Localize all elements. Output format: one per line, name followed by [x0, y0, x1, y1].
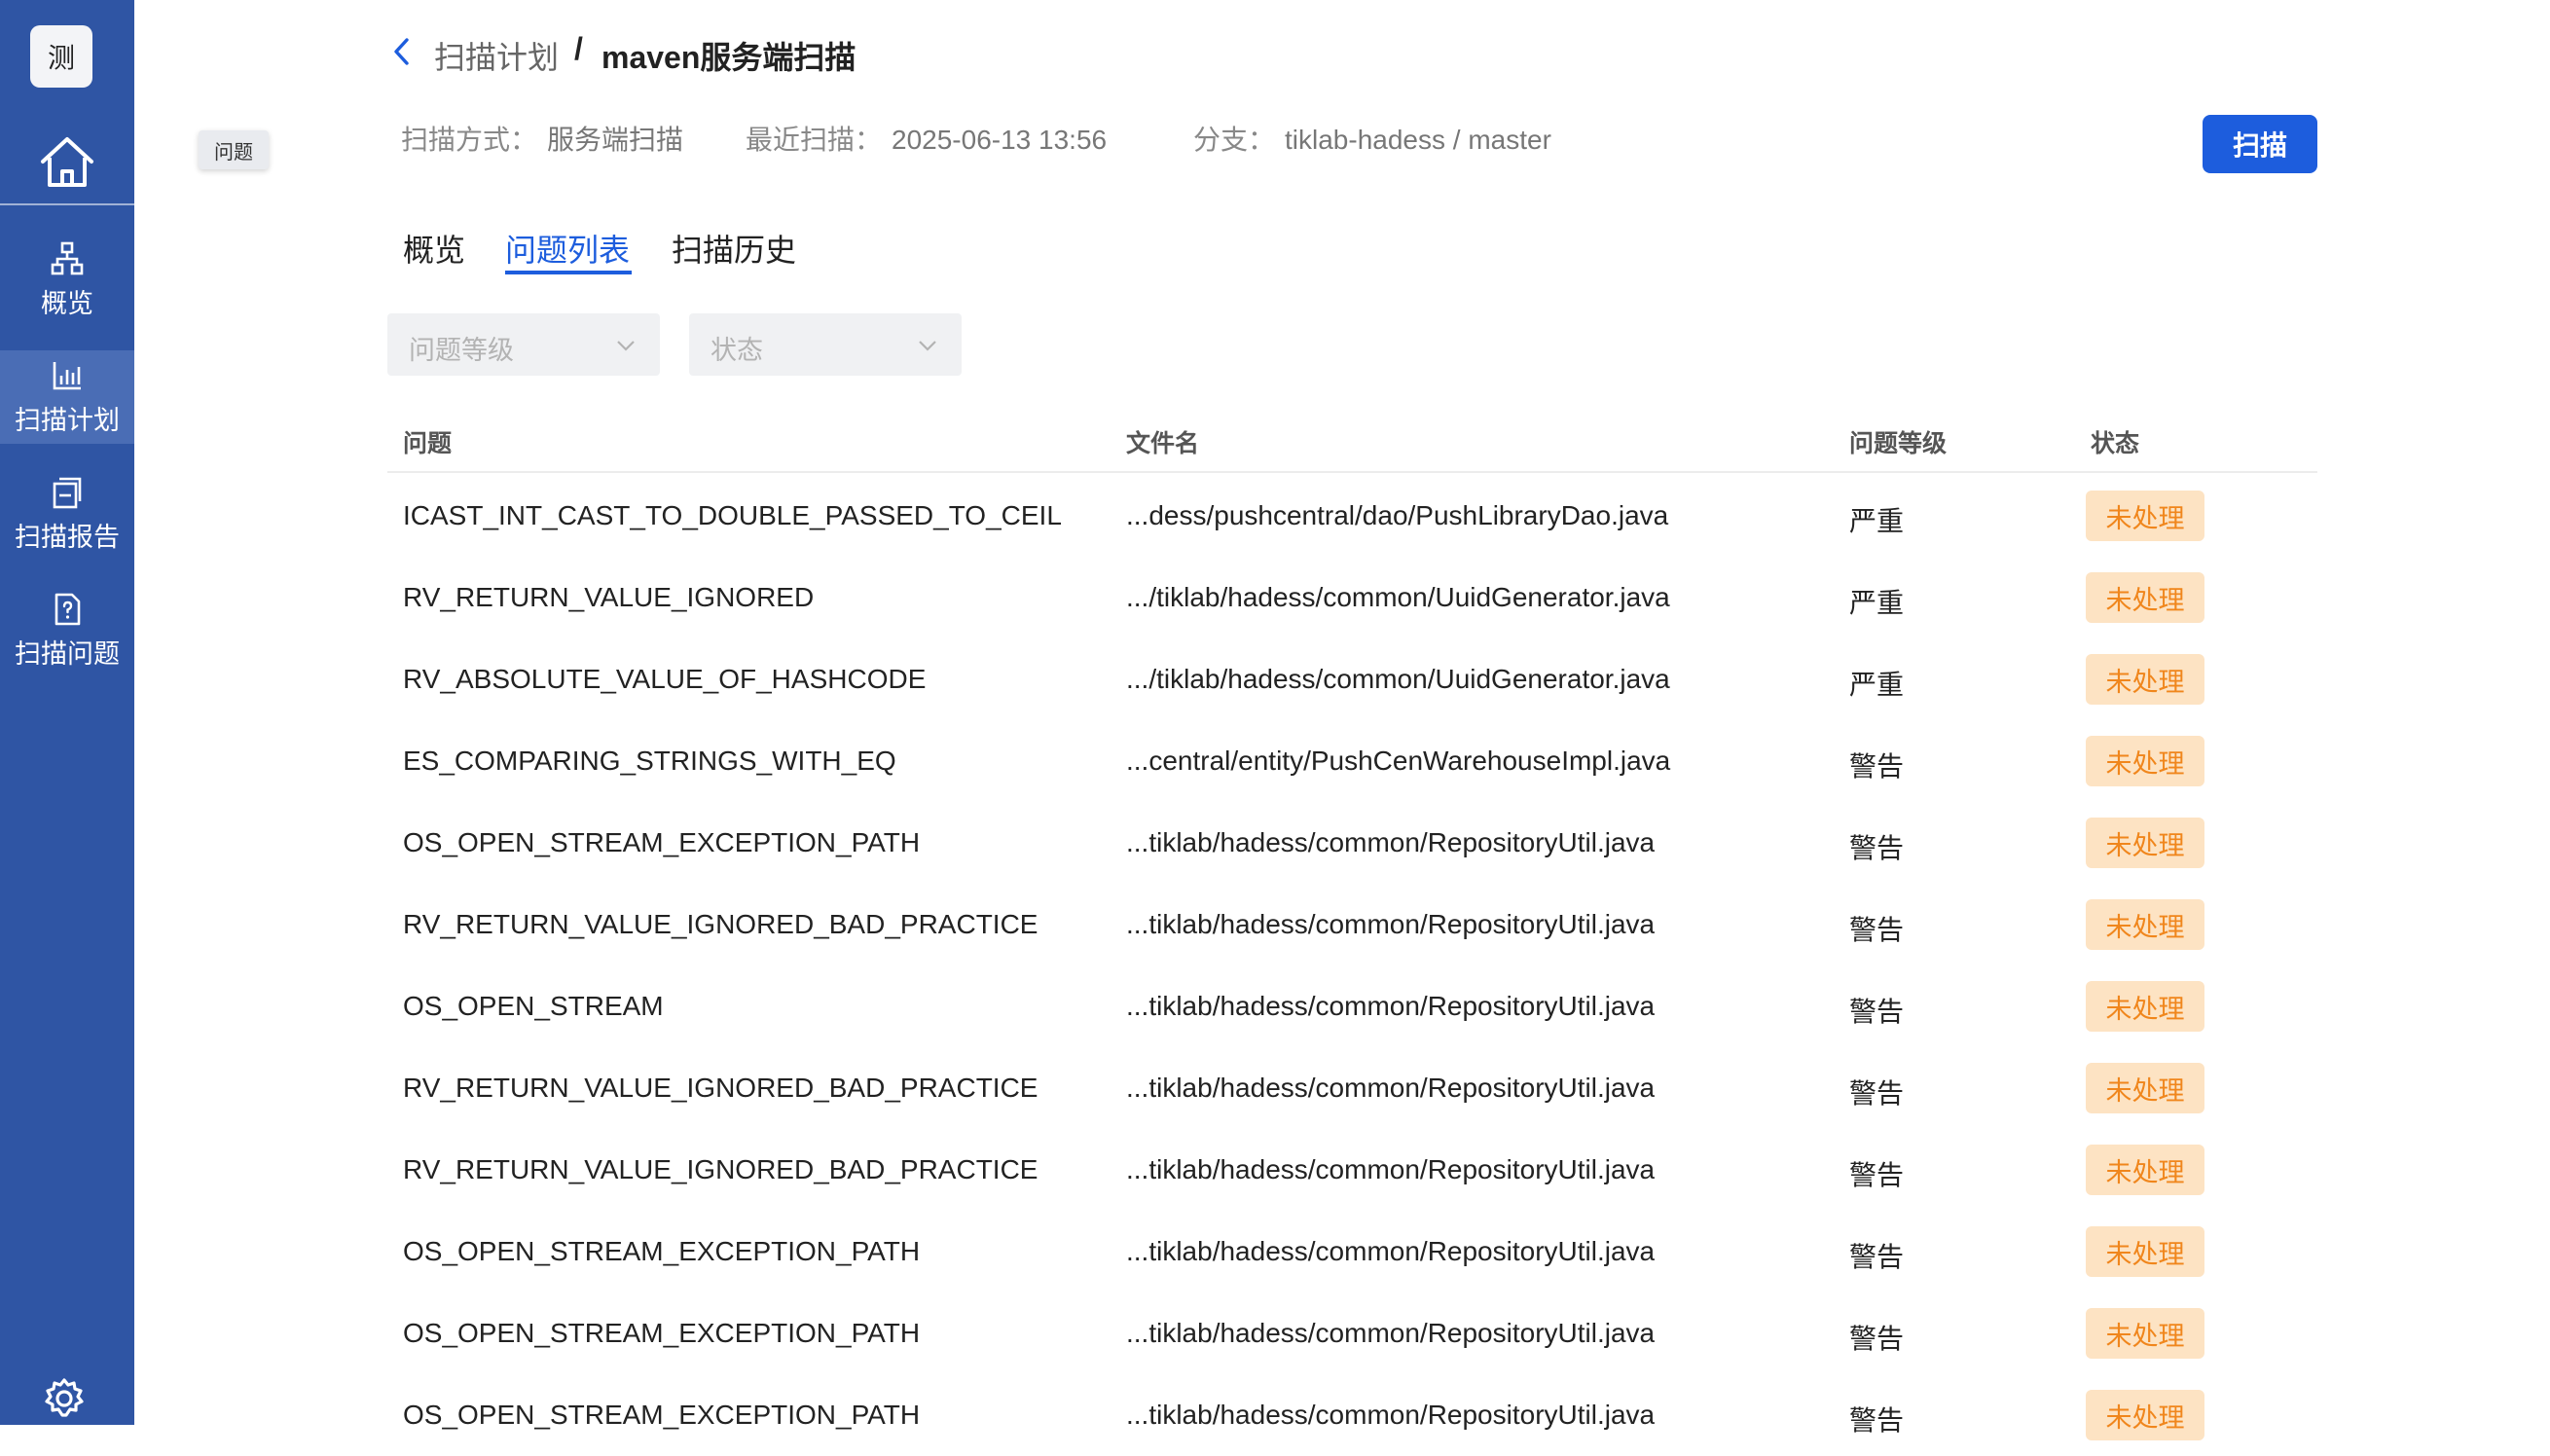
cell-level: 警告	[1849, 751, 1905, 782]
cell-level: 警告	[1849, 833, 1905, 863]
cell-file: ...tiklab/hadess/common/RepositoryUtil.j…	[1126, 991, 1656, 1021]
scan-button[interactable]: 扫描	[2203, 115, 2317, 173]
cell-issue: OS_OPEN_STREAM_EXCEPTION_PATH	[403, 1400, 921, 1430]
table-row[interactable]: RV_RETURN_VALUE_IGNORED_BAD_PRACTICE ...t…	[0, 1047, 2550, 1129]
bar-chart-icon	[53, 361, 81, 389]
cell-file: ...central/entity/PushCenWarehouseImpl.j…	[1126, 746, 1671, 776]
status-select[interactable]: 状态	[689, 313, 962, 376]
cell-file: ...tiklab/hadess/common/RepositoryUtil.j…	[1126, 1400, 1656, 1430]
column-header-status[interactable]: 状态	[2091, 424, 2139, 459]
status-badge: 未处理	[2086, 1063, 2204, 1113]
table-header-divider	[387, 471, 2317, 473]
sidebar-item-scan-plan[interactable]: 扫描计划	[0, 350, 134, 444]
status-badge: 未处理	[2086, 1145, 2204, 1195]
cell-file: ...tiklab/hadess/common/RepositoryUtil.j…	[1126, 1073, 1656, 1103]
cell-level: 警告	[1849, 1078, 1905, 1109]
issue-level-select[interactable]: 问题等级	[387, 313, 660, 376]
issue-level-placeholder: 问题等级	[409, 336, 514, 365]
last-scan-value: 2025-06-13 13:56	[892, 125, 1108, 155]
cell-issue: RV_RETURN_VALUE_IGNORED_BAD_PRACTICE	[403, 1073, 1038, 1103]
cell-level: 严重	[1849, 588, 1905, 618]
table-row[interactable]: RV_RETURN_VALUE_IGNORED_BAD_PRACTICE ...t…	[0, 1129, 2550, 1211]
status-badge: 未处理	[2086, 981, 2204, 1032]
breadcrumb-separator: /	[574, 31, 583, 66]
status-badge: 未处理	[2086, 1226, 2204, 1277]
cell-level: 警告	[1849, 915, 1905, 945]
cell-issue: OS_OPEN_STREAM	[403, 991, 664, 1021]
cell-file: ...dess/pushcentral/dao/PushLibraryDao.j…	[1126, 500, 1669, 530]
table-row[interactable]: OS_OPEN_STREAM_EXCEPTION_PATH ...tiklab/h…	[0, 1374, 2550, 1456]
tooltip: 问题	[199, 130, 269, 169]
status-badge: 未处理	[2086, 736, 2204, 786]
cell-issue: RV_ABSOLUTE_VALUE_OF_HASHCODE	[403, 664, 927, 694]
column-header-issue[interactable]: 问题	[403, 424, 452, 459]
back-chevron-icon[interactable]	[389, 35, 415, 68]
branch-info: 分支： tiklab-hadess / master	[1193, 119, 1551, 158]
cell-level: 警告	[1849, 1405, 1905, 1436]
cell-level: 严重	[1849, 506, 1905, 536]
status-badge: 未处理	[2086, 491, 2204, 541]
branch-label: 分支：	[1193, 125, 1276, 155]
status-badge: 未处理	[2086, 818, 2204, 868]
sidebar-item-label: 扫描计划	[15, 405, 120, 435]
cell-file: ...tiklab/hadess/common/RepositoryUtil.j…	[1126, 1154, 1656, 1184]
tab-issue-list[interactable]: 问题列表	[505, 226, 630, 271]
cell-level: 严重	[1849, 670, 1905, 700]
cell-issue: OS_OPEN_STREAM_EXCEPTION_PATH	[403, 1236, 921, 1266]
scan-mode-label: 扫描方式：	[401, 125, 538, 155]
sitemap-icon	[51, 241, 84, 274]
column-header-level[interactable]: 问题等级	[1849, 424, 1947, 459]
status-badge: 未处理	[2086, 1308, 2204, 1359]
table-row[interactable]: RV_ABSOLUTE_VALUE_OF_HASHCODE .../tiklab/…	[0, 638, 2550, 720]
cell-file: .../tiklab/hadess/common/UuidGenerator.j…	[1126, 582, 1670, 612]
status-badge: 未处理	[2086, 899, 2204, 950]
last-scan-info: 最近扫描： 2025-06-13 13:56	[746, 119, 1107, 158]
cell-issue: RV_RETURN_VALUE_IGNORED_BAD_PRACTICE	[403, 909, 1038, 939]
cell-issue: RV_RETURN_VALUE_IGNORED_BAD_PRACTICE	[403, 1154, 1038, 1184]
cell-issue: ES_COMPARING_STRINGS_WITH_EQ	[403, 746, 896, 776]
scan-mode-info: 扫描方式： 服务端扫描	[401, 119, 683, 158]
chevron-down-icon	[919, 341, 936, 351]
table-row[interactable]: OS_OPEN_STREAM_EXCEPTION_PATH ...tiklab/h…	[0, 802, 2550, 884]
app-logo[interactable]: 测	[30, 25, 92, 88]
cell-level: 警告	[1849, 1324, 1905, 1354]
cell-issue: OS_OPEN_STREAM_EXCEPTION_PATH	[403, 827, 921, 857]
status-placeholder: 状态	[710, 336, 763, 365]
cell-file: ...tiklab/hadess/common/RepositoryUtil.j…	[1126, 827, 1656, 857]
active-tab-indicator	[505, 271, 632, 274]
scan-mode-value: 服务端扫描	[547, 125, 684, 155]
page-title: maven服务端扫描	[601, 40, 856, 75]
home-icon[interactable]	[35, 132, 99, 191]
table-row[interactable]: OS_OPEN_STREAM ...tiklab/hadess/common/Re…	[0, 965, 2550, 1047]
cell-issue: RV_RETURN_VALUE_IGNORED	[403, 582, 815, 612]
cell-level: 警告	[1849, 1242, 1905, 1272]
table-row[interactable]: ICAST_INT_CAST_TO_DOUBLE_PASSED_TO_CEIL.…	[0, 475, 2550, 557]
breadcrumb-parent[interactable]: 扫描计划	[434, 33, 559, 78]
branch-value: tiklab-hadess / master	[1285, 125, 1551, 155]
table-row[interactable]: OS_OPEN_STREAM_EXCEPTION_PATH ...tiklab/h…	[0, 1292, 2550, 1374]
cell-file: ...tiklab/hadess/common/RepositoryUtil.j…	[1126, 1318, 1656, 1348]
status-badge: 未处理	[2086, 1390, 2204, 1440]
last-scan-label: 最近扫描：	[746, 125, 883, 155]
status-badge: 未处理	[2086, 572, 2204, 623]
sidebar-item-overview[interactable]: 概览	[0, 234, 134, 327]
table-row[interactable]: RV_RETURN_VALUE_IGNORED .../tiklab/hadess…	[0, 557, 2550, 638]
chevron-down-icon	[617, 341, 635, 351]
cell-level: 警告	[1849, 1160, 1905, 1190]
cell-level: 警告	[1849, 997, 1905, 1027]
tab-overview[interactable]: 概览	[403, 226, 465, 271]
cell-file: ...tiklab/hadess/common/RepositoryUtil.j…	[1126, 1236, 1656, 1266]
sidebar-item-label: 概览	[41, 288, 93, 318]
table-row[interactable]: ES_COMPARING_STRINGS_WITH_EQ ...central/e…	[0, 720, 2550, 802]
cell-issue: ICAST_INT_CAST_TO_DOUBLE_PASSED_TO_CEIL	[403, 500, 1062, 530]
cell-issue: OS_OPEN_STREAM_EXCEPTION_PATH	[403, 1318, 921, 1348]
column-header-file[interactable]: 文件名	[1126, 424, 1199, 459]
table-row[interactable]: OS_OPEN_STREAM_EXCEPTION_PATH ...tiklab/h…	[0, 1211, 2550, 1292]
status-badge: 未处理	[2086, 654, 2204, 705]
sidebar-divider	[0, 203, 134, 205]
tab-scan-history[interactable]: 扫描历史	[672, 226, 796, 271]
cell-file: .../tiklab/hadess/common/UuidGenerator.j…	[1126, 664, 1670, 694]
cell-file: ...tiklab/hadess/common/RepositoryUtil.j…	[1126, 909, 1656, 939]
table-row[interactable]: RV_RETURN_VALUE_IGNORED_BAD_PRACTICE ...t…	[0, 884, 2550, 965]
